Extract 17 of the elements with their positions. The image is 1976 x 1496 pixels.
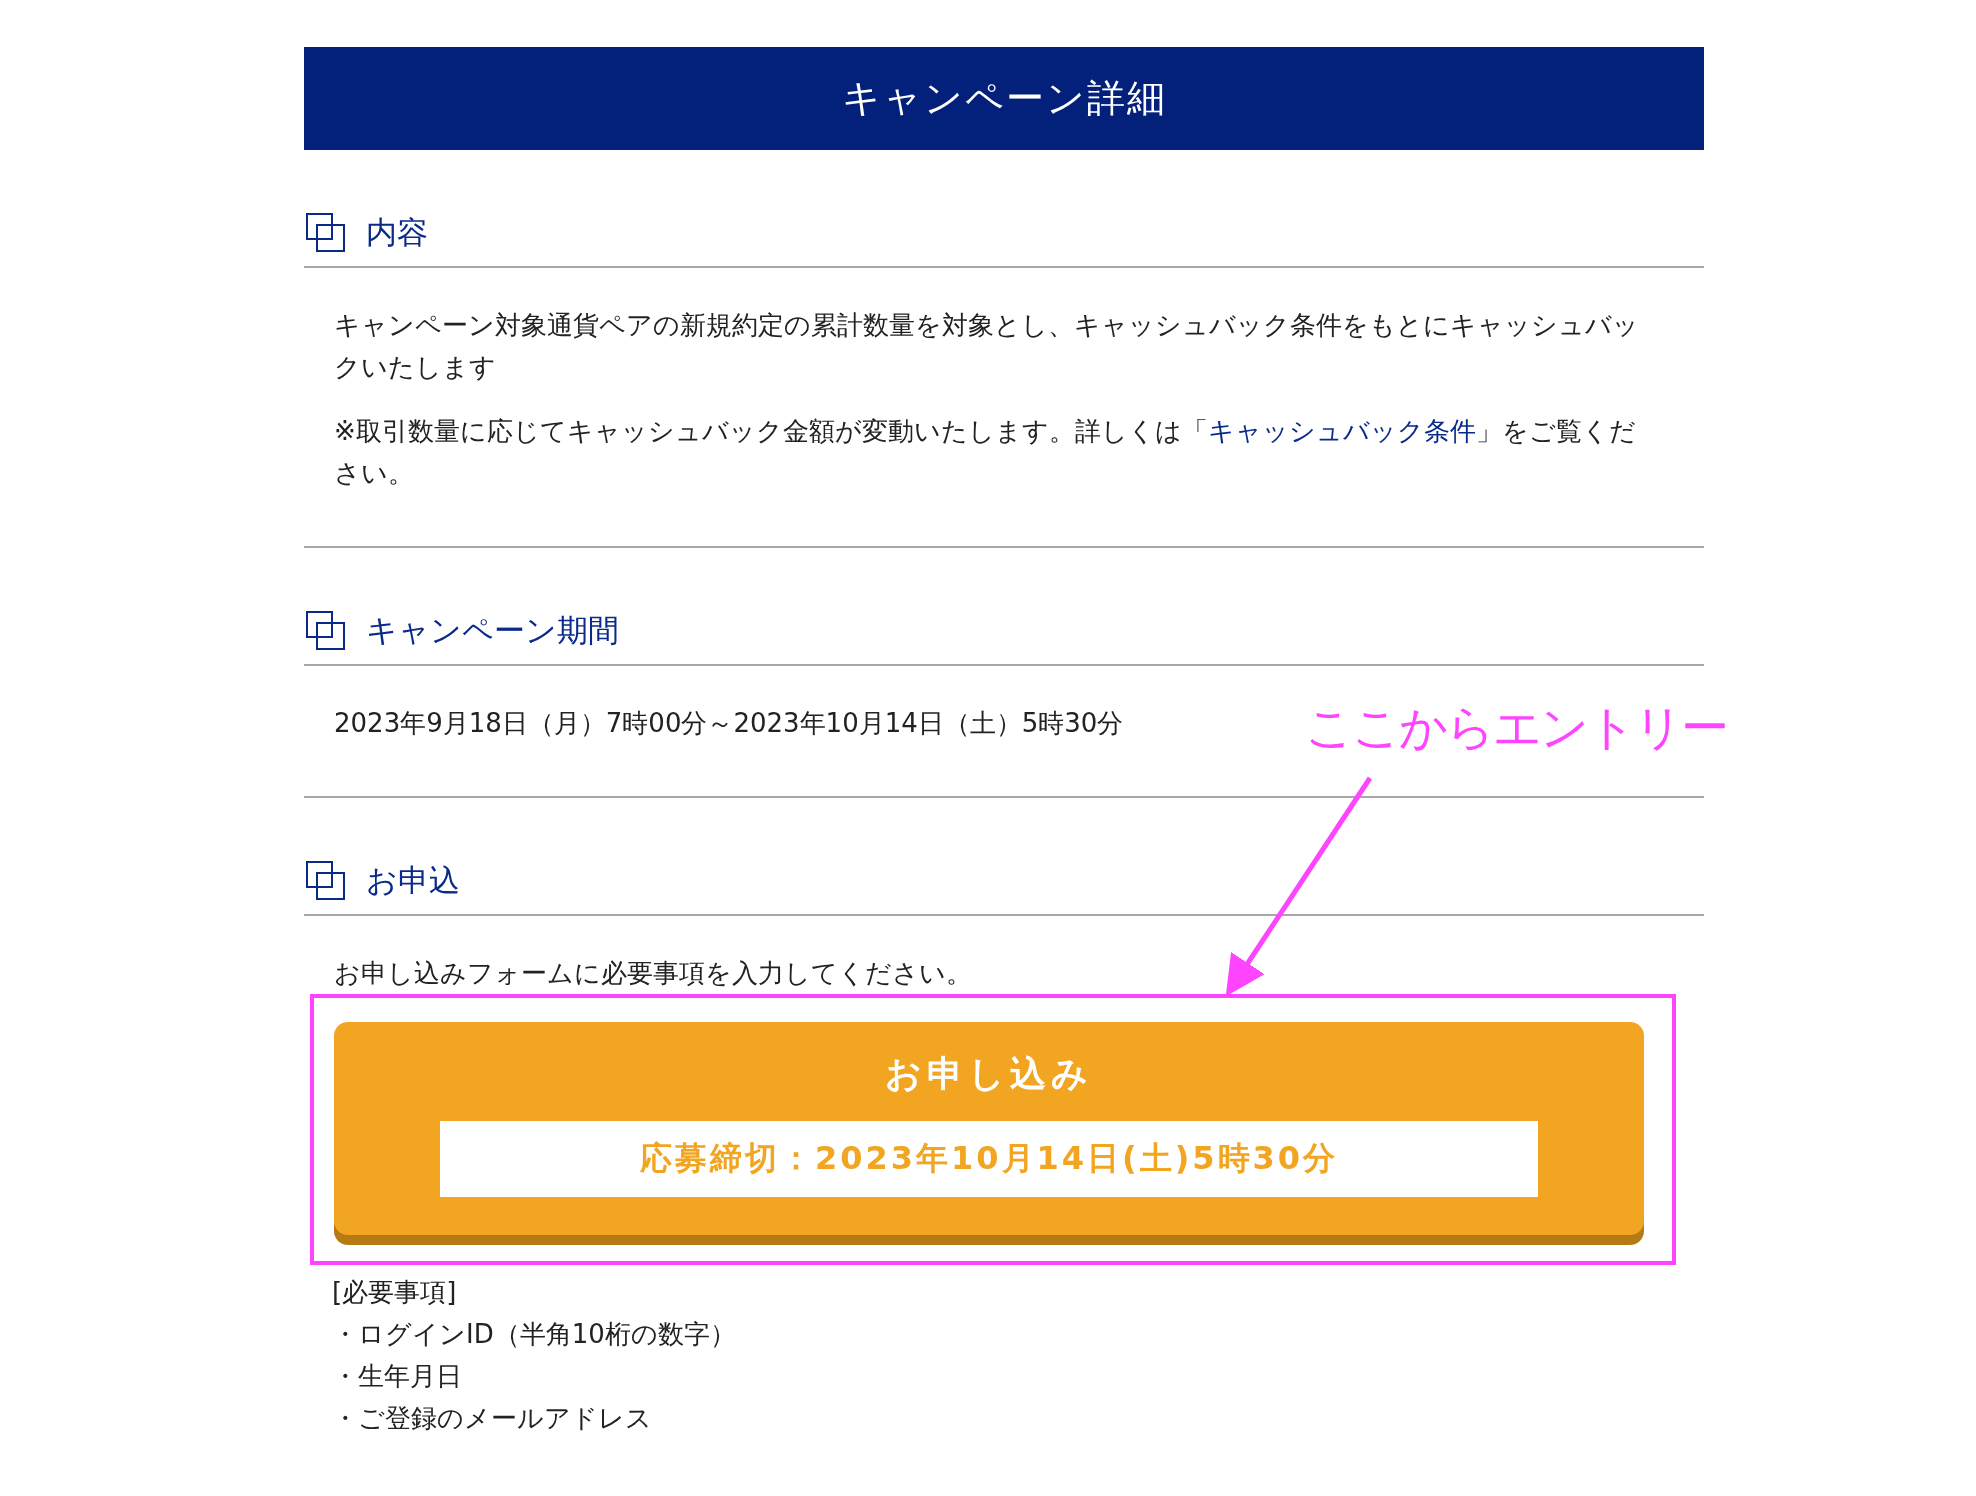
overlapping-squares-icon xyxy=(306,611,346,651)
requirement-item: ・ログインID（半角10桁の数字） xyxy=(332,1318,737,1351)
overlapping-squares-icon xyxy=(306,861,346,901)
cashback-conditions-link[interactable]: キャッシュバック条件 xyxy=(1207,416,1476,446)
section-title: キャンペーン期間 xyxy=(366,611,619,650)
body-text: キャンペーン対象通貨ペアの新規約定の累計数量を対象とし、キャッシュバック条件をもとにキャッシュバックいたします xyxy=(334,309,1640,384)
body-text: 2023年9月18日（月）7時00分～2023年10月14日（土）5時30分 xyxy=(334,707,1124,740)
section-title: 内容 xyxy=(366,213,428,252)
section-title: お申込 xyxy=(366,861,460,900)
requirements-heading: [必要事項] xyxy=(332,1276,458,1309)
body-text: お申し込みフォームに必要事項を入力してください。 xyxy=(334,957,972,990)
overlapping-squares-icon xyxy=(306,213,346,253)
requirement-item: ・ご登録のメールアドレス xyxy=(332,1402,653,1435)
body-text: ※取引数量に応じてキャッシュバック金額が変動いたします。詳しくは「キャッシュバック条件」をご覧ください。 xyxy=(334,415,1637,490)
annotation-text: ここからエントリー xyxy=(1305,698,1727,757)
requirement-item: ・生年月日 xyxy=(332,1360,463,1393)
page-title: キャンペーン詳細 xyxy=(841,75,1167,122)
